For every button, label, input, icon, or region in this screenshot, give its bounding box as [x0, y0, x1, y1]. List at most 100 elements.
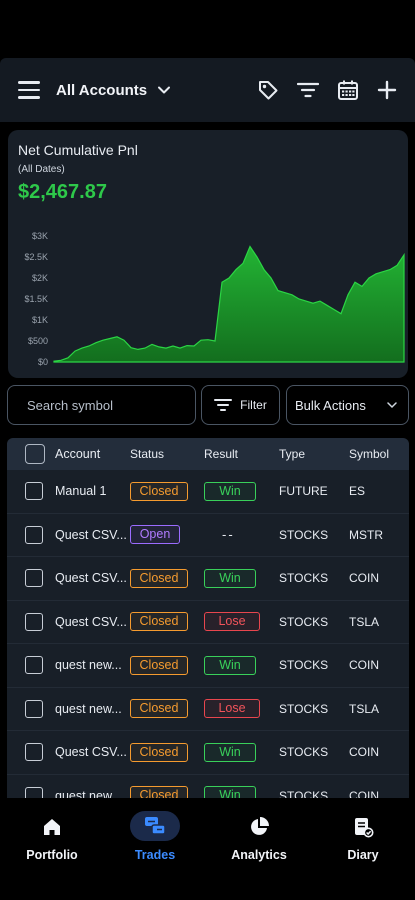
pnl-value: $2,467.87 [18, 181, 107, 203]
nav-label-portfolio: Portfolio [26, 848, 78, 862]
row-checkbox[interactable] [25, 525, 43, 544]
type-cell: FUTURE [279, 484, 328, 499]
bulk-actions-label: Bulk Actions [295, 397, 366, 413]
account-cell: Quest CSV... [55, 571, 127, 586]
account-cell: Manual 1 [55, 484, 107, 499]
y-tick-label: $2.5K [24, 252, 48, 262]
type-cell: STOCKS [279, 527, 329, 542]
top-bar: All Accounts [0, 58, 415, 122]
column-header-type[interactable]: Type [279, 438, 345, 470]
nav-label-analytics: Analytics [231, 848, 287, 862]
y-tick-label: $1K [32, 315, 48, 325]
result-empty: -- [222, 527, 235, 543]
row-checkbox[interactable] [25, 656, 43, 675]
type-cell: STOCKS [279, 571, 329, 586]
trades-table: Account Status Result Type Symbol Manual… [7, 438, 409, 800]
y-tick-label: $3K [32, 231, 48, 241]
y-tick-label: $1.5K [24, 294, 48, 304]
select-all-checkbox[interactable] [25, 444, 45, 464]
column-header-symbol[interactable]: Symbol [349, 438, 409, 470]
type-cell: STOCKS [279, 745, 329, 760]
result-badge: Win [204, 568, 256, 588]
bulk-actions-dropdown[interactable]: Bulk Actions [286, 385, 409, 425]
result-badge: Lose [204, 612, 260, 632]
pnl-date-range: (All Dates) [18, 164, 65, 175]
nav-label-diary: Diary [347, 848, 379, 862]
type-cell: STOCKS [279, 788, 329, 800]
result-badge: Win [204, 742, 256, 762]
table-row[interactable]: quest new... Closed Lose STOCKS TSLA [7, 687, 409, 731]
symbol-cell: MSTR [349, 527, 383, 542]
nav-portfolio[interactable]: Portfolio [7, 814, 97, 862]
chevron-down-icon [387, 402, 397, 409]
hamburger-icon[interactable] [18, 81, 40, 99]
table-header: Account Status Result Type Symbol [7, 438, 409, 470]
table-row[interactable]: quest new... Closed Win STOCKS COIN [7, 774, 409, 800]
pie-chart-icon [251, 817, 269, 835]
account-cell: Quest CSV... [55, 527, 127, 542]
type-cell: STOCKS [279, 701, 329, 716]
type-cell: STOCKS [279, 614, 329, 629]
nav-diary[interactable]: Diary [318, 814, 408, 862]
symbol-cell: TSLA [349, 701, 380, 716]
y-tick-label: $0 [38, 357, 48, 367]
y-tick-label: $500 [28, 336, 48, 346]
table-row[interactable]: quest new... Closed Win STOCKS COIN [7, 644, 409, 688]
plus-icon[interactable] [377, 80, 397, 100]
calendar-icon[interactable] [337, 79, 359, 101]
account-cell: Quest CSV... [55, 745, 127, 760]
result-badge: Win [204, 655, 256, 675]
symbol-cell: COIN [349, 658, 379, 673]
table-row[interactable]: Quest CSV... Closed Win STOCKS COIN [7, 731, 409, 775]
account-selector[interactable]: All Accounts [56, 82, 147, 99]
symbol-cell: TSLA [349, 614, 380, 629]
table-row[interactable]: Manual 1 Closed Win FUTURE ES [7, 470, 409, 514]
table-row[interactable]: Quest CSV... Closed Lose STOCKS TSLA [7, 600, 409, 644]
chart-area [53, 245, 405, 363]
status-badge: Closed [130, 699, 188, 719]
symbol-cell: COIN [349, 788, 379, 800]
filter-icon[interactable] [297, 81, 319, 99]
column-header-result[interactable]: Result [204, 438, 264, 470]
y-tick-label: $2K [32, 273, 48, 283]
tag-icon[interactable] [257, 79, 279, 101]
result-badge: Win [204, 481, 256, 501]
status-badge: Open [130, 525, 180, 545]
column-header-account[interactable]: Account [55, 438, 129, 470]
pnl-title: Net Cumulative Pnl [18, 142, 138, 158]
row-checkbox[interactable] [25, 482, 43, 501]
type-cell: STOCKS [279, 658, 329, 673]
table-body: Manual 1 Closed Win FUTURE ES Quest CSV... Ope… [7, 470, 409, 800]
pnl-chart: $3K $2.5K $2K $1.5K $1K $500 $0 [24, 231, 405, 367]
symbol-cell: COIN [349, 745, 379, 760]
status-badge: Closed [130, 742, 188, 762]
home-icon [44, 819, 60, 835]
table-row[interactable]: Quest CSV... Open -- STOCKS MSTR [7, 513, 409, 557]
nav-analytics[interactable]: Analytics [214, 814, 304, 862]
row-checkbox[interactable] [25, 743, 43, 762]
filter-button[interactable]: Filter [201, 385, 280, 425]
symbol-cell: COIN [349, 571, 379, 586]
bottom-nav: Portfolio Trades Analytics Diary [0, 798, 415, 900]
nav-trades[interactable]: Trades [110, 810, 200, 862]
status-badge: Closed [130, 568, 188, 588]
column-header-status[interactable]: Status [130, 438, 190, 470]
toolbar-row: Filter Bulk Actions [7, 385, 409, 425]
account-cell: quest new... [55, 788, 122, 800]
chevron-down-icon[interactable] [157, 83, 171, 97]
row-checkbox[interactable] [25, 612, 43, 631]
table-row[interactable]: Quest CSV... Closed Win STOCKS COIN [7, 557, 409, 601]
row-checkbox[interactable] [25, 569, 43, 588]
symbol-cell: ES [349, 484, 366, 499]
account-cell: quest new... [55, 658, 122, 673]
search-input[interactable] [7, 385, 196, 425]
nav-active-indicator [130, 810, 180, 841]
nav-label-trades: Trades [134, 848, 176, 862]
status-badge: Closed [130, 655, 188, 675]
trades-icon [145, 816, 166, 835]
pnl-card: Net Cumulative Pnl (All Dates) $2,467.87… [8, 130, 408, 378]
diary-icon [355, 818, 374, 838]
status-badge: Closed [130, 481, 188, 501]
account-cell: Quest CSV... [55, 614, 127, 629]
row-checkbox[interactable] [25, 699, 43, 718]
